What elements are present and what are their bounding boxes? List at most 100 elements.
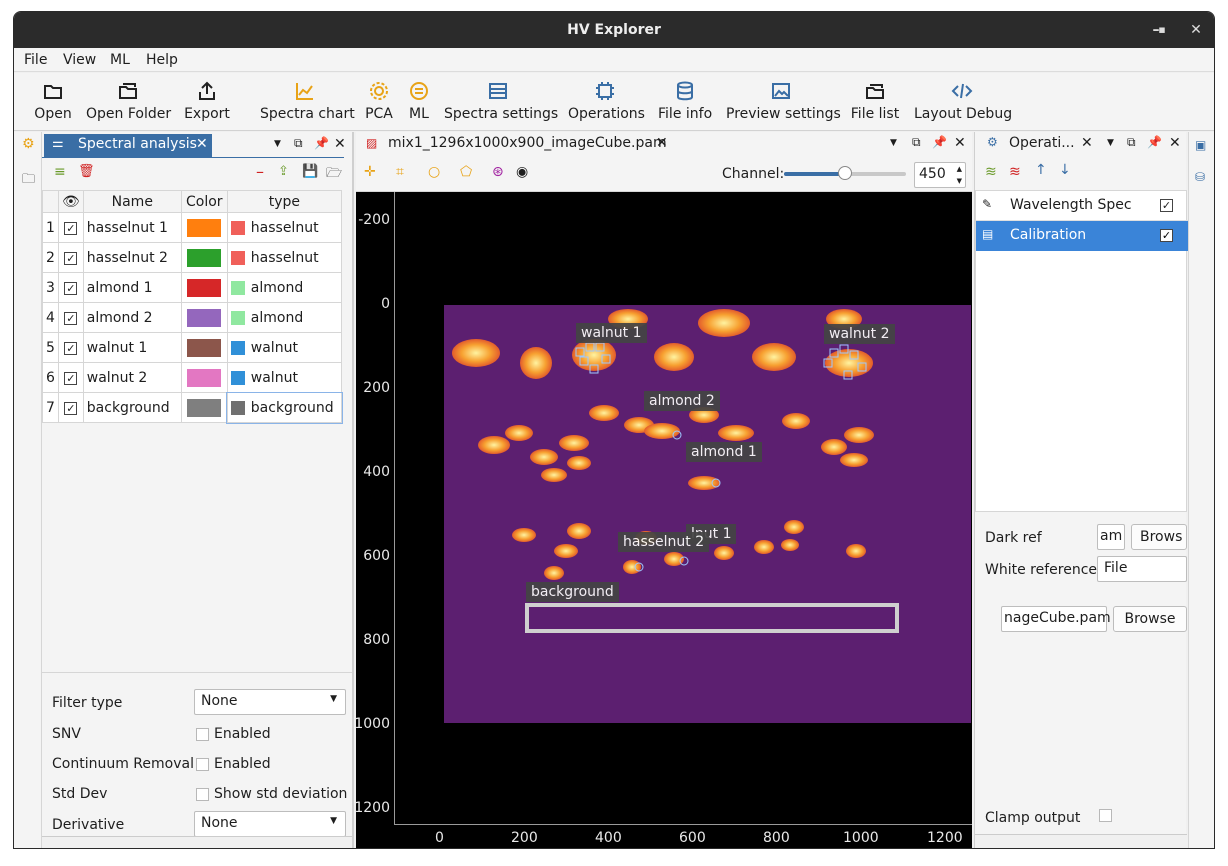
row-color-swatch[interactable] — [180, 362, 228, 393]
tab-spectral-analysis[interactable]: ⚌ Spectral analysis ✕ — [44, 134, 212, 158]
close-tab-icon[interactable]: ✕ — [656, 135, 668, 151]
arrow-down-icon[interactable]: ↓ — [1059, 162, 1071, 178]
close-panel-icon[interactable]: ✕ — [334, 136, 346, 152]
filter-type-select[interactable]: None ▼ — [194, 689, 346, 715]
arrow-up-icon[interactable]: ↑ — [1035, 162, 1047, 178]
file-list-dock-icon[interactable]: 🗀 — [22, 170, 35, 192]
crosshair-icon[interactable]: ✛ — [364, 164, 376, 180]
table-row[interactable]: 5 ✓ walnut 1 walnut — [42, 332, 343, 363]
header-name[interactable]: Name — [82, 190, 182, 213]
channel-slider[interactable] — [784, 166, 906, 180]
roi-label-almond-1[interactable]: almond 1 — [686, 442, 762, 462]
layers-remove-icon[interactable]: ≋ — [1009, 164, 1021, 180]
roi-label-almond-2[interactable]: almond 2 — [644, 391, 720, 411]
table-row[interactable]: 2 ✓ hasselnut 2 hasselnut — [42, 242, 343, 273]
roi-label-walnut-2[interactable]: walnut 2 — [824, 324, 895, 344]
file-list-button[interactable]: File list — [850, 79, 900, 122]
row-type[interactable]: hasselnut — [226, 242, 343, 273]
row-color-swatch[interactable] — [180, 302, 228, 333]
roi-label-hasselnut-2[interactable]: hasselnut 2 — [618, 532, 710, 552]
dark-ref-field[interactable]: am — [1097, 524, 1125, 550]
float-icon[interactable]: ⧉ — [1127, 135, 1136, 150]
table-row[interactable]: 4 ✓ almond 2 almond — [42, 302, 343, 333]
row-color-swatch[interactable] — [180, 212, 228, 243]
table-row[interactable]: 1 ✓ hasselnut 1 hasselnut — [42, 212, 343, 243]
operations-tab-label[interactable]: Operati... — [1009, 135, 1075, 151]
float-icon[interactable]: ⧉ — [912, 135, 921, 150]
open-button[interactable]: Open — [34, 79, 72, 122]
spectra-settings-button[interactable]: Spectra settings — [444, 79, 558, 122]
white-file-browse-button[interactable]: Browse — [1113, 606, 1187, 632]
operations-button[interactable]: Operations — [568, 79, 645, 122]
image-plot[interactable]: -200 0 200 400 600 800 1000 1200 0 200 400 600 800 10… — [354, 192, 972, 848]
polygon-roi-icon[interactable]: ⬠ — [460, 164, 472, 180]
pin-icon[interactable]: 📌 — [1147, 135, 1162, 149]
row-color-swatch[interactable] — [180, 392, 228, 423]
op-checkbox[interactable]: ✓ — [1160, 229, 1173, 242]
slider-handle[interactable] — [838, 166, 852, 180]
clamp-output-checkbox[interactable] — [1099, 809, 1112, 822]
row-type[interactable]: walnut — [226, 362, 343, 393]
close-tab-icon[interactable]: ✕ — [1081, 135, 1093, 151]
rect-roi-icon[interactable]: ⌗ — [396, 164, 404, 180]
row-color-swatch[interactable] — [180, 242, 228, 273]
row-type[interactable]: almond — [226, 272, 343, 303]
row-name[interactable]: hasselnut 1 — [82, 212, 182, 243]
chevron-down-icon[interactable]: ▼ — [1107, 138, 1114, 148]
std-dev-checkbox[interactable]: Show std deviation — [196, 786, 347, 802]
close-panel-icon[interactable]: ✕ — [1169, 135, 1181, 151]
header-color[interactable]: Color — [180, 190, 228, 213]
image-icon[interactable]: ▣ — [1195, 138, 1206, 152]
row-type[interactable]: background — [226, 391, 343, 424]
save-icon[interactable]: 💾 — [302, 164, 318, 179]
visibility-checkbox[interactable]: ✓ — [58, 272, 84, 303]
close-window-button[interactable]: ✕ — [1182, 12, 1210, 48]
add-rows-icon[interactable]: ≡ — [54, 164, 66, 180]
remove-icon[interactable]: – — [256, 162, 264, 181]
dark-ref-browse-button[interactable]: Brows — [1131, 524, 1187, 550]
visibility-checkbox[interactable]: ✓ — [58, 362, 84, 393]
float-icon[interactable]: ⧉ — [294, 136, 303, 151]
eye-icon[interactable]: ◉ — [516, 164, 528, 180]
white-file-field[interactable]: nageCube.pam — [1001, 606, 1111, 632]
chevron-down-icon[interactable]: ▼ — [274, 139, 281, 149]
horizontal-scrollbar[interactable] — [42, 836, 352, 848]
row-color-swatch[interactable] — [180, 272, 228, 303]
image-tab-label[interactable]: mix1_1296x1000x900_imageCube.pam — [388, 135, 667, 151]
layout-debug-button[interactable]: Layout Debug — [914, 79, 1012, 122]
row-name[interactable]: almond 1 — [82, 272, 182, 303]
preview-settings-button[interactable]: Preview settings — [726, 79, 841, 122]
pin-icon[interactable]: 📌 — [932, 135, 947, 149]
circle-roi-icon[interactable]: ○ — [428, 164, 440, 180]
roi-label-background[interactable]: background — [526, 582, 619, 602]
close-tab-icon[interactable]: ✕ — [196, 136, 208, 152]
visibility-checkbox[interactable]: ✓ — [58, 302, 84, 333]
row-name[interactable]: walnut 1 — [82, 332, 182, 363]
roi-label-walnut-1[interactable]: walnut 1 — [576, 323, 647, 343]
list-item[interactable]: ✎ Wavelength Spec ✓ — [976, 191, 1188, 221]
row-type[interactable]: walnut — [226, 332, 343, 363]
table-row[interactable]: 3 ✓ almond 1 almond — [42, 272, 343, 303]
row-type[interactable]: hasselnut — [226, 212, 343, 243]
table-row[interactable]: 6 ✓ walnut 2 walnut — [42, 362, 343, 393]
trash-icon[interactable]: 🗑 — [78, 164, 95, 179]
channel-spinbox[interactable]: 450 ▲ ▼ — [914, 162, 966, 188]
row-type[interactable]: almond — [226, 302, 343, 333]
spectra-chart-button[interactable]: Spectra chart — [260, 79, 355, 122]
export-button[interactable]: Export — [184, 79, 230, 122]
ml-button[interactable]: ML — [406, 79, 432, 122]
menu-file[interactable]: File — [24, 52, 47, 68]
open-folder-button[interactable]: Open Folder — [86, 79, 171, 122]
close-panel-icon[interactable]: ✕ — [954, 135, 966, 151]
menu-help[interactable]: Help — [146, 52, 178, 68]
file-info-button[interactable]: File info — [658, 79, 712, 122]
row-name[interactable]: almond 2 — [82, 302, 182, 333]
table-row[interactable]: 7 ✓ background background — [42, 391, 343, 424]
row-name[interactable]: walnut 2 — [82, 362, 182, 393]
layers-add-icon[interactable]: ≋ — [985, 164, 997, 180]
derivative-select[interactable]: None ▼ — [194, 811, 346, 837]
brain-icon[interactable]: ⊛ — [492, 164, 504, 180]
list-item-selected[interactable]: ▤ Calibration ✓ — [976, 221, 1188, 251]
visibility-checkbox[interactable]: ✓ — [58, 332, 84, 363]
visibility-checkbox[interactable]: ✓ — [58, 392, 84, 423]
